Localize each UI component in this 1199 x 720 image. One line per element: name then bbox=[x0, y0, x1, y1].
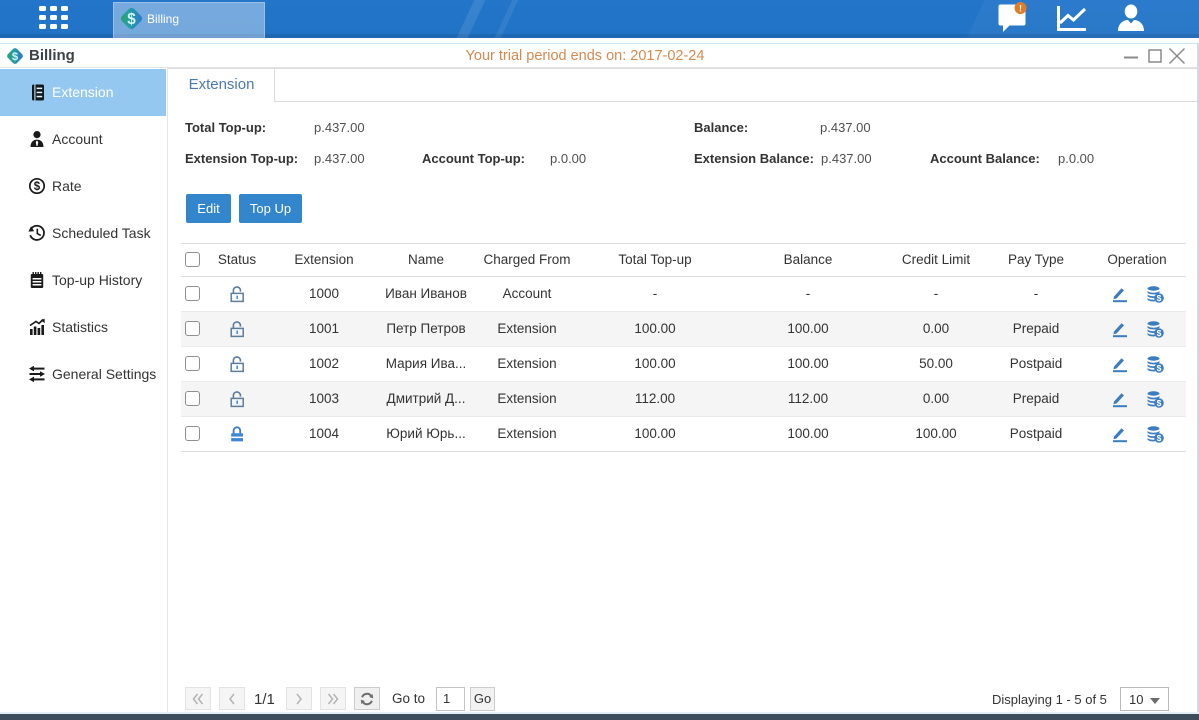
svg-text:$: $ bbox=[1157, 433, 1162, 443]
svg-text:$: $ bbox=[1157, 398, 1162, 408]
svg-text:$: $ bbox=[1157, 363, 1162, 373]
svg-text:$: $ bbox=[1157, 293, 1162, 303]
svg-text:$: $ bbox=[127, 11, 136, 28]
svg-text:!: ! bbox=[1019, 4, 1022, 14]
svg-text:$: $ bbox=[34, 181, 41, 193]
svg-text:$: $ bbox=[1157, 328, 1162, 338]
